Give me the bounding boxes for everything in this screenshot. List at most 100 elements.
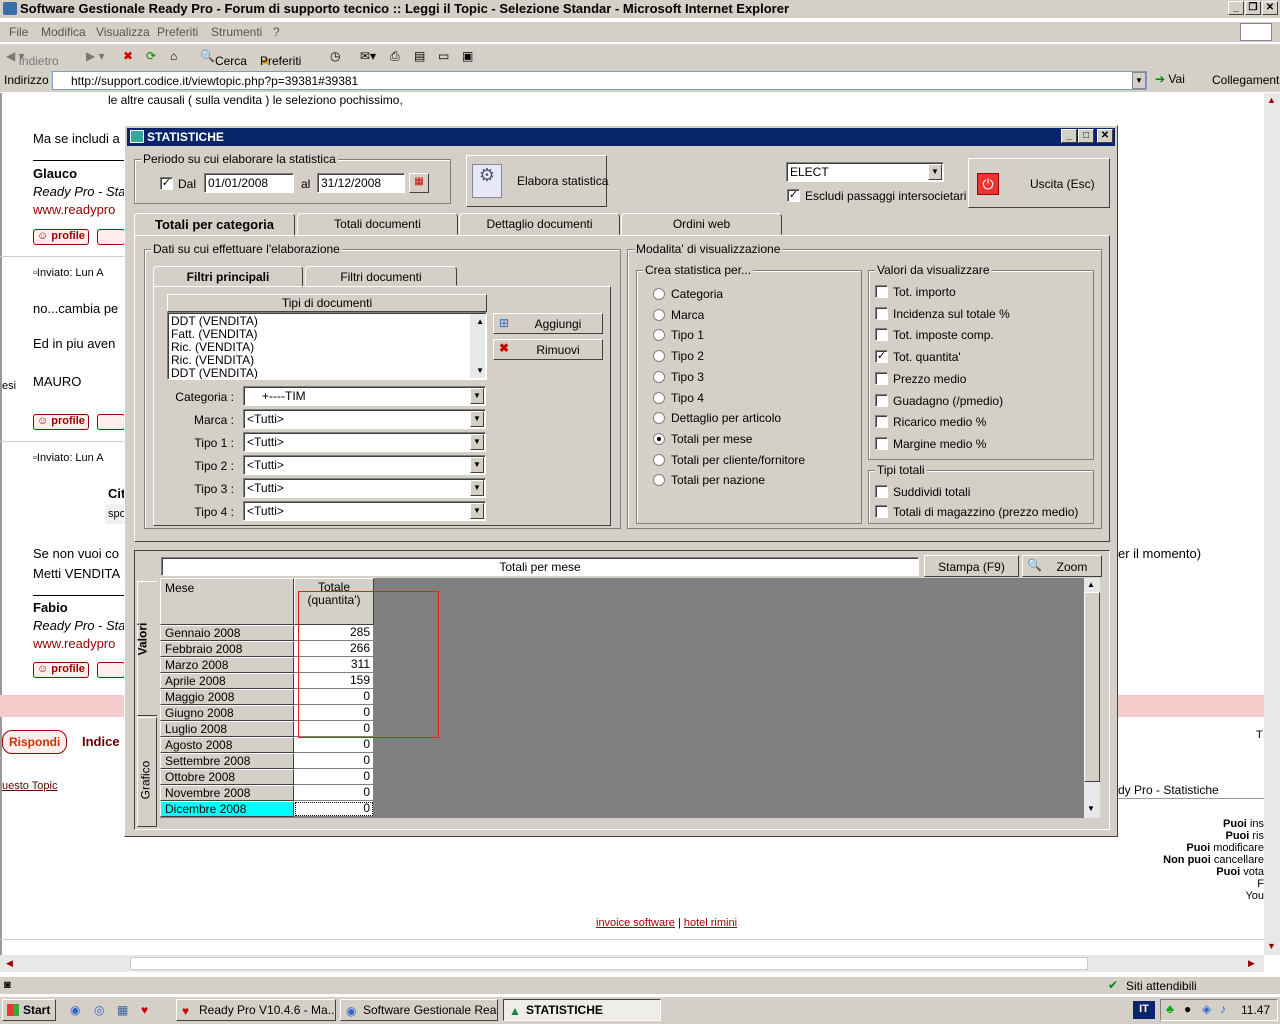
discuss-icon[interactable]: ▭ [438, 49, 449, 63]
tipo2-select[interactable]: <Tutti> ▼ [243, 455, 486, 475]
tab-totali-categoria[interactable]: Totali per categoria [134, 213, 295, 237]
author-url[interactable]: www.readypro [33, 202, 115, 217]
table-cell[interactable]: 0 [294, 737, 374, 753]
mail-icon[interactable]: ✉▾ [360, 49, 376, 63]
outlook-icon[interactable]: ◎ [94, 1003, 104, 1017]
go-button[interactable]: ➔ Vai [1155, 72, 1185, 86]
date-to-input[interactable]: 31/12/2008 [317, 173, 405, 193]
tipo1-select[interactable]: <Tutti> ▼ [243, 432, 486, 452]
taskbar-item-readypro[interactable]: ♥ Ready Pro V10.4.6 - Ma... [176, 999, 336, 1021]
stop-icon[interactable]: ✖ [123, 49, 133, 63]
radio-crea-9[interactable] [653, 474, 665, 487]
tray-icon[interactable]: ● [1184, 1002, 1191, 1016]
table-row[interactable]: Aprile 2008 [160, 673, 294, 689]
table-row[interactable]: Gennaio 2008 [160, 625, 294, 641]
home-icon[interactable]: ⌂ [170, 49, 177, 63]
topic-link[interactable]: uesto Topic [2, 780, 57, 792]
subtab-filtri-principali[interactable]: Filtri principali [153, 266, 303, 288]
page-scrollbar[interactable]: ▲ ▼ [1264, 93, 1280, 955]
menu-help[interactable]: ? [273, 25, 280, 39]
header-mese[interactable]: Mese [160, 578, 294, 625]
taskbar-item-browser[interactable]: ◉ Software Gestionale Rea... [340, 999, 498, 1021]
tipo3-select[interactable]: <Tutti> ▼ [243, 478, 486, 498]
radio-crea-6[interactable] [653, 412, 665, 425]
forward-icon[interactable]: ▶ ▾ [86, 49, 105, 63]
stampa-button[interactable]: Stampa (F9) [924, 555, 1019, 577]
date-from-input[interactable]: 01/01/2008 [204, 173, 294, 193]
list-item[interactable]: DDT (VENDITA) [171, 367, 483, 380]
menu-modifica[interactable]: Modifica [41, 25, 86, 39]
tab-valori[interactable]: Valori [135, 581, 157, 716]
menu-file[interactable]: File [9, 25, 28, 39]
language-indicator[interactable]: IT [1133, 1001, 1155, 1019]
checkbox-valore-1[interactable] [875, 306, 888, 320]
checkbox-valore-4[interactable] [875, 371, 888, 385]
scroll-down-icon[interactable]: ▼ [1267, 941, 1276, 951]
checkbox-valore-7[interactable] [875, 436, 888, 450]
checkbox-valore-3[interactable]: ✓ [875, 350, 888, 364]
messenger-icon[interactable]: ▣ [462, 49, 473, 63]
close-icon[interactable]: ✕ [1097, 129, 1113, 143]
calendar-icon[interactable]: ▦ [409, 173, 429, 193]
refresh-icon[interactable]: ⟳ [146, 49, 156, 63]
tray-icon[interactable]: ♣ [1166, 1002, 1174, 1016]
tab-grafico[interactable]: Grafico [137, 717, 157, 827]
author-url[interactable]: www.readypro [33, 636, 115, 651]
search-button[interactable]: 🔍 Cerca [200, 49, 247, 68]
reply-button[interactable]: Rispondi [2, 730, 68, 754]
table-row[interactable]: Settembre 2008 [160, 753, 294, 769]
scroll-left-icon[interactable]: ◀ [6, 958, 13, 969]
radio-crea-4[interactable] [653, 370, 665, 383]
radio-crea-3[interactable] [653, 350, 665, 363]
taskbar-item-statistiche[interactable]: ▲ STATISTICHE [503, 999, 661, 1021]
close-icon[interactable]: ✕ [1262, 1, 1278, 15]
checkbox-valore-5[interactable] [875, 393, 888, 407]
radio-crea-7[interactable] [653, 432, 665, 445]
chevron-down-icon[interactable]: ▼ [1132, 72, 1146, 89]
tray-icon[interactable]: ♪ [1220, 1002, 1226, 1016]
profile-button[interactable]: ☺ profile [33, 662, 89, 678]
tipo4-select[interactable]: <Tutti> ▼ [243, 501, 486, 521]
marca-select[interactable]: <Tutti> ▼ [243, 409, 486, 429]
escludi-checkbox[interactable]: ✓ [787, 189, 800, 202]
scroll-up-icon[interactable]: ▲ [476, 315, 484, 328]
maximize-icon[interactable]: □ [1078, 129, 1094, 143]
table-row[interactable]: Maggio 2008 [160, 689, 294, 705]
radio-crea-1[interactable] [653, 308, 665, 321]
uscita-button[interactable]: ⏻ Uscita (Esc) [968, 158, 1110, 208]
ie-icon[interactable]: ◉ [70, 1003, 80, 1017]
readypro-icon[interactable]: ♥ [141, 1003, 148, 1017]
edit-icon[interactable]: ▤ [414, 49, 425, 63]
profile-button[interactable]: ☺ profile [33, 229, 89, 245]
tab-totali-documenti[interactable]: Totali documenti [297, 213, 458, 235]
restore-icon[interactable]: ❐ [1245, 1, 1261, 15]
radio-crea-0[interactable] [653, 288, 665, 300]
back-button[interactable]: ◀ Indietro ▾ [6, 49, 59, 68]
profile-button[interactable]: ☺ profile [33, 414, 89, 430]
index-link[interactable]: Indice [82, 734, 120, 749]
footer-link[interactable]: hotel rimini [684, 917, 737, 929]
start-button[interactable]: Start [2, 999, 56, 1021]
url-input[interactable]: http://support.codice.it/viewtopic.php?p… [52, 71, 1147, 90]
checkbox-valore-0[interactable] [875, 285, 888, 298]
scroll-right-icon[interactable]: ▶ [1248, 958, 1255, 969]
minimize-icon[interactable]: _ [1061, 129, 1077, 143]
page-hscrollbar[interactable]: ◀ ▶ [0, 955, 1264, 972]
radio-crea-5[interactable] [653, 391, 665, 404]
checkbox-valore-6[interactable] [875, 415, 888, 429]
table-row[interactable]: Novembre 2008 [160, 785, 294, 801]
table-cell[interactable]: 0 [294, 753, 374, 769]
tray-icon[interactable]: ◈ [1202, 1002, 1211, 1016]
minimize-icon[interactable]: _ [1228, 1, 1244, 15]
company-select[interactable]: ELECT ▼ [786, 162, 944, 182]
table-row[interactable]: Dicembre 2008 [160, 801, 294, 817]
radio-crea-8[interactable] [653, 453, 665, 466]
elabora-button[interactable]: ⚙ Elabora statistica [466, 155, 608, 207]
menu-strumenti[interactable]: Strumenti [211, 25, 262, 39]
zoom-button[interactable]: 🔍 Zoom [1022, 555, 1102, 577]
pm-icon[interactable] [97, 229, 125, 245]
history-icon[interactable]: ◷ [330, 49, 340, 63]
table-row[interactable]: Luglio 2008 [160, 721, 294, 737]
grid-scrollbar[interactable]: ▲ ▼ [1084, 578, 1100, 818]
checkbox-tipo-totale-0[interactable] [875, 485, 888, 498]
